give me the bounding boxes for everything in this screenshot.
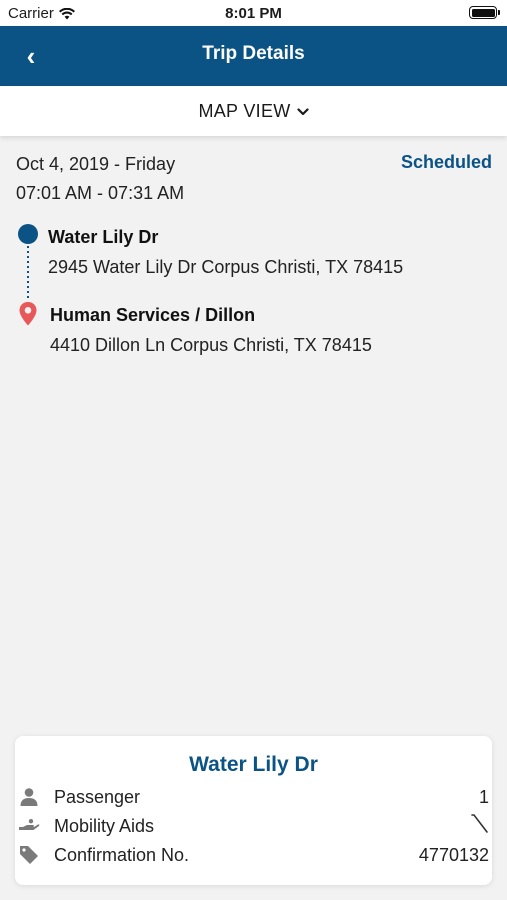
ticket-icon (18, 844, 40, 866)
trip-time-range: 07:01 AM - 07:31 AM (16, 183, 185, 203)
trip-date: Oct 4, 2019 - Friday (16, 154, 176, 174)
trip-status-badge: Scheduled (400, 152, 492, 172)
chevron-down-icon (296, 108, 309, 116)
map-pin-icon (19, 302, 37, 326)
passenger-label: Passenger (54, 786, 141, 807)
card-title: Water Lily Dr (189, 753, 318, 776)
map-view-toggle[interactable]: MAP VIEW (0, 86, 507, 136)
pickup-name: Water Lily Dr (48, 227, 159, 247)
route-connector (27, 246, 29, 298)
person-icon (18, 786, 40, 808)
map-view-label: MAP VIEW (198, 100, 291, 121)
clock: 8:01 PM (225, 5, 282, 22)
pickup-address: 2945 Water Lily Dr Corpus Christi, TX 78… (48, 257, 404, 277)
mobility-aid-cane-icon (471, 813, 488, 833)
dropoff-address: 4410 Dillon Ln Corpus Christi, TX 78415 (50, 335, 372, 355)
mobility-aids-value (469, 813, 489, 840)
mobility-aids-label: Mobility Aids (54, 815, 155, 836)
confirmation-label: Confirmation No. (54, 844, 190, 865)
hand-icon (18, 815, 40, 837)
page-title: Trip Details (202, 43, 305, 64)
dropoff-name: Human Services / Dillon (50, 305, 256, 325)
status-bar: Carrier 8:01 PM (0, 0, 507, 26)
passenger-count: 1 (478, 786, 489, 807)
battery-full-icon (469, 6, 500, 19)
confirmation-number: 4770132 (418, 844, 489, 865)
confirmation-row: Confirmation No. 4770132 (18, 842, 489, 868)
mobility-aids-row: Mobility Aids (18, 813, 489, 839)
pickup-dot-icon (18, 224, 38, 244)
nav-bar: ‹ Trip Details (0, 26, 507, 86)
passenger-row: Passenger 1 (18, 784, 489, 810)
